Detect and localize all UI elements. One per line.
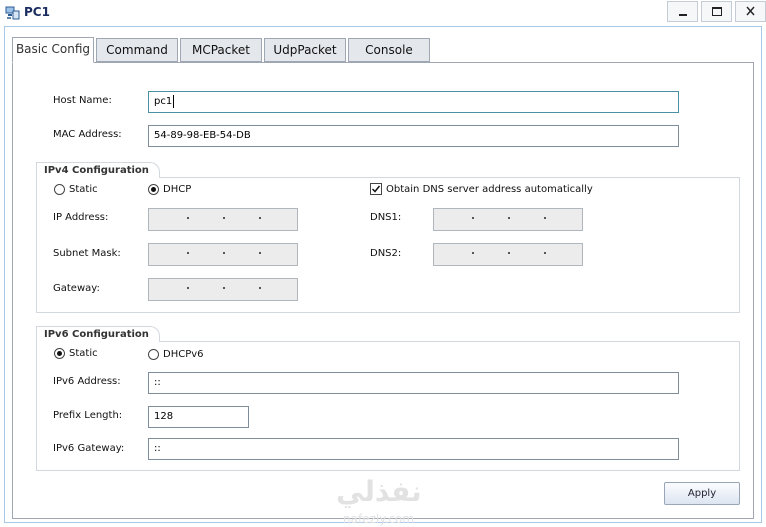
ipv4-config-group <box>36 177 740 313</box>
minimize-icon <box>679 14 687 16</box>
ipv6-address-input[interactable]: :: <box>148 372 679 394</box>
dns2-field[interactable] <box>433 243 583 266</box>
subnet-mask-label: Subnet Mask: <box>53 248 121 259</box>
mac-address-label: MAC Address: <box>53 129 122 140</box>
ipv6-gateway-input[interactable]: :: <box>148 438 679 460</box>
minimize-button[interactable] <box>667 1 698 22</box>
ipv6-static-label: Static <box>69 348 98 359</box>
pc-app-icon <box>5 5 21 21</box>
window-title: PC1 <box>24 5 50 19</box>
host-name-input[interactable]: pc1 <box>148 91 679 113</box>
ipv6-address-label: IPv6 Address: <box>53 376 121 387</box>
mac-address-value: 54-89-98-EB-54-DB <box>154 130 251 141</box>
prefix-length-input[interactable]: 128 <box>148 406 249 428</box>
ip-address-field[interactable] <box>148 208 298 231</box>
ip-address-label: IP Address: <box>53 212 109 223</box>
ipv6-dhcpv6-radio[interactable] <box>148 349 159 360</box>
watermark-logo: نفذلي <box>336 475 422 508</box>
text-caret <box>173 94 175 108</box>
prefix-length-value: 128 <box>154 411 174 422</box>
mac-address-field[interactable]: 54-89-98-EB-54-DB <box>148 125 679 147</box>
obtain-dns-checkbox[interactable] <box>370 183 382 195</box>
prefix-length-label: Prefix Length: <box>53 410 123 421</box>
dns2-label: DNS2: <box>370 248 402 259</box>
dns1-field[interactable] <box>433 208 583 231</box>
ipv6-dhcpv6-label: DHCPv6 <box>163 349 204 360</box>
ipv4-static-label: Static <box>69 184 98 195</box>
ipv6-config-title: IPv6 Configuration <box>36 326 160 342</box>
close-button[interactable] <box>735 1 766 22</box>
checkmark-icon <box>371 185 381 193</box>
maximize-button[interactable] <box>701 1 732 22</box>
ipv4-static-radio[interactable] <box>54 184 65 195</box>
ipv4-config-title: IPv4 Configuration <box>36 162 160 178</box>
dns1-label: DNS1: <box>370 212 402 223</box>
ipv4-dhcp-radio[interactable] <box>148 184 159 195</box>
gateway-field[interactable] <box>148 278 298 301</box>
tab-command[interactable]: Command <box>96 38 178 62</box>
tab-mcpacket[interactable]: MCPacket <box>180 38 262 62</box>
tab-basic-config[interactable]: Basic Config <box>12 37 94 63</box>
ipv6-gateway-value: :: <box>154 443 161 454</box>
gateway-label: Gateway: <box>53 283 100 294</box>
ipv6-gateway-label: IPv6 Gateway: <box>53 443 125 454</box>
apply-button[interactable]: Apply <box>664 482 740 505</box>
host-name-value: pc1 <box>154 96 173 107</box>
title-bar: PC1 <box>0 0 766 26</box>
watermark-url: nafezly.com <box>343 512 415 526</box>
obtain-dns-label: Obtain DNS server address automatically <box>386 184 593 195</box>
ipv6-static-radio[interactable] <box>54 348 65 359</box>
ipv6-address-value: :: <box>154 377 161 388</box>
tab-console[interactable]: Console <box>348 38 430 62</box>
host-name-label: Host Name: <box>53 95 112 106</box>
maximize-icon <box>712 7 722 16</box>
tab-udppacket[interactable]: UdpPacket <box>264 38 346 62</box>
close-icon <box>746 6 755 16</box>
ipv4-dhcp-label: DHCP <box>163 184 192 195</box>
subnet-mask-field[interactable] <box>148 243 298 266</box>
